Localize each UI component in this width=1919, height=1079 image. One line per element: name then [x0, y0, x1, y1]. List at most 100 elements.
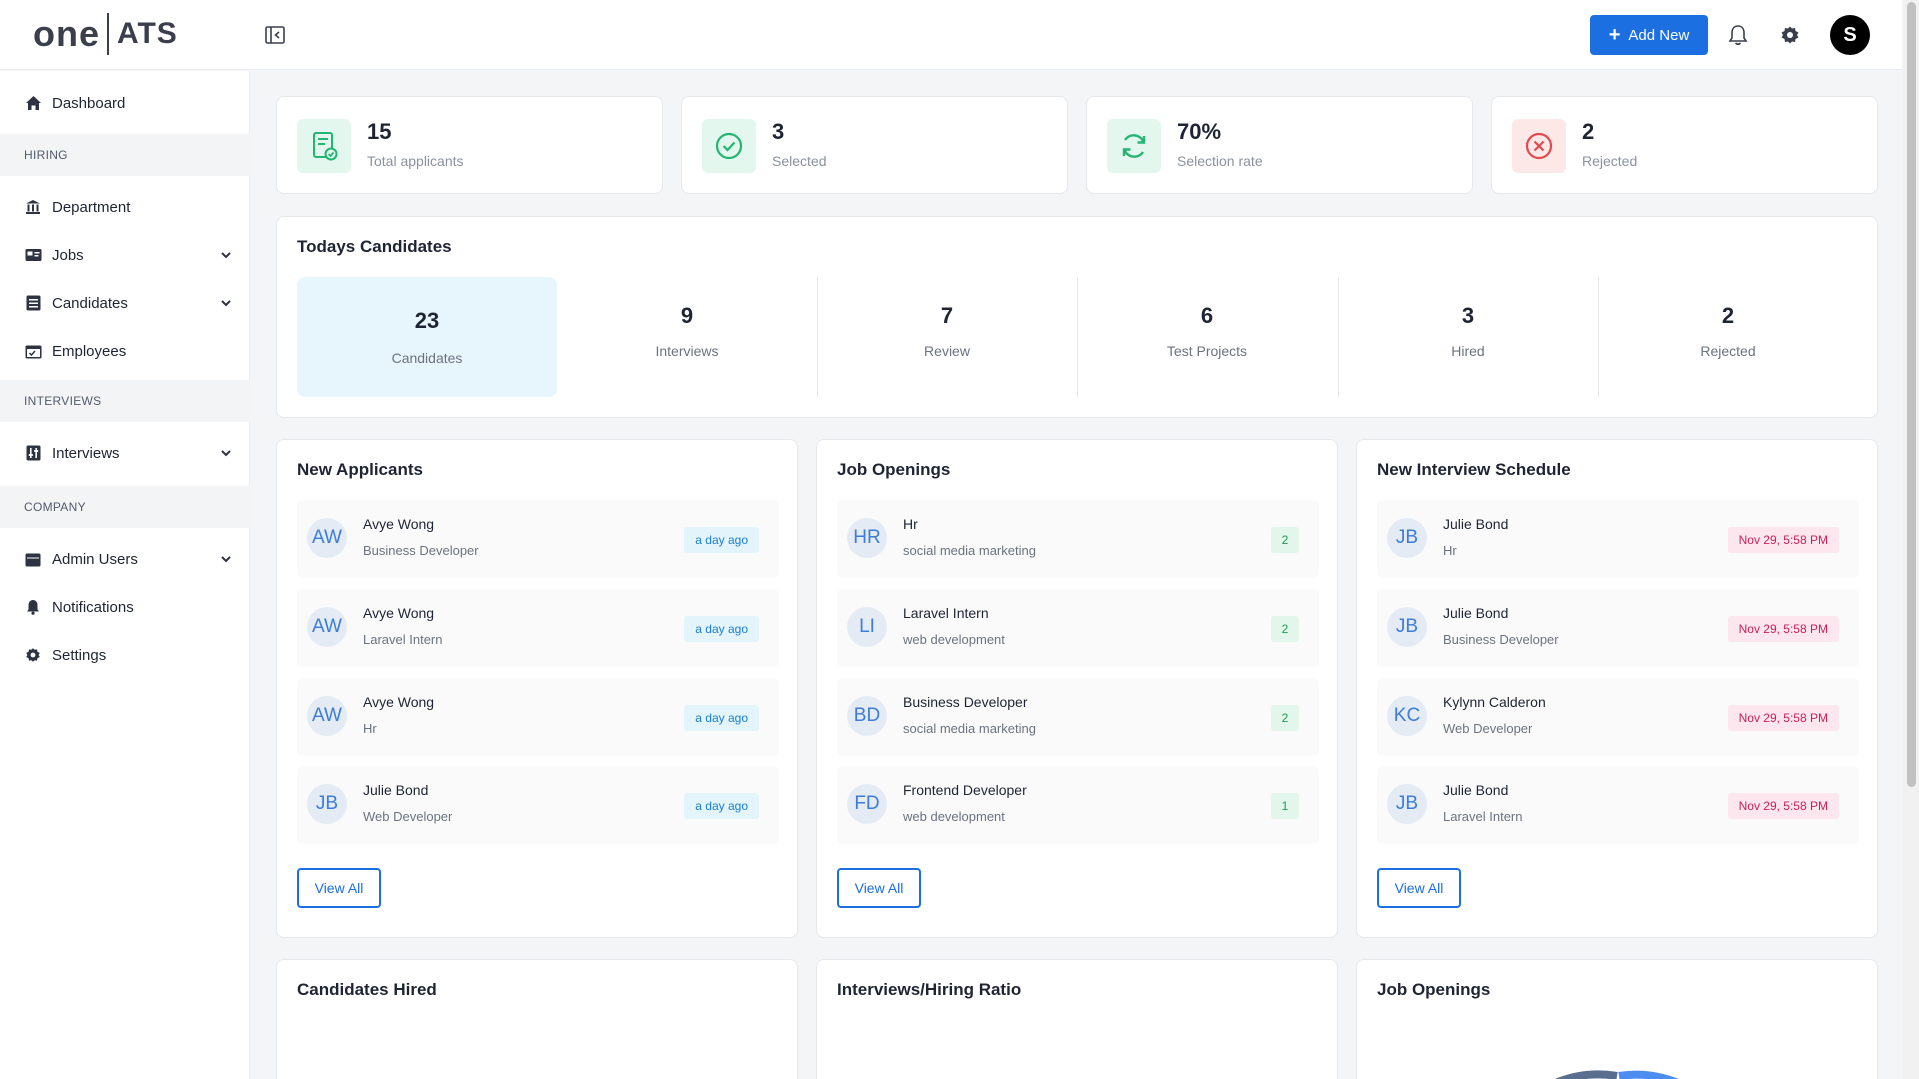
stat-value: 3 — [772, 119, 785, 144]
candidate-role: Web Developer — [1443, 721, 1533, 736]
job-name: Frontend Developer — [903, 782, 1027, 798]
today-value: 9 — [680, 303, 694, 328]
today-label: Candidates — [391, 350, 463, 366]
collapse-sidebar-icon[interactable] — [264, 24, 286, 46]
stat-card-selected: 3 Selected — [681, 96, 1068, 194]
time-badge: a day ago — [684, 527, 759, 553]
brand-part-one: one — [33, 13, 101, 54]
stat-value: 2 — [1582, 119, 1595, 144]
interview-schedule-card: New Interview Schedule JB Julie Bond Hr … — [1356, 439, 1878, 938]
list-item[interactable]: JB Julie Bond Business Developer Nov 29,… — [1377, 589, 1859, 667]
today-cell-interviews[interactable]: 9 Interviews — [557, 277, 817, 397]
interview-schedule-title: New Interview Schedule — [1377, 460, 1571, 479]
count-badge: 1 — [1271, 793, 1299, 819]
stat-card-rejected: 2 Rejected — [1491, 96, 1878, 194]
candidate-name: Julie Bond — [1443, 605, 1509, 621]
sidebar-item-employees[interactable]: Employees — [0, 329, 250, 373]
initials-avatar: KC — [1387, 696, 1427, 736]
add-new-button[interactable]: + Add New — [1590, 15, 1708, 55]
sidebar-item-dashboard[interactable]: Dashboard — [0, 81, 250, 125]
today-value: 3 — [1461, 303, 1475, 328]
chevron-down-icon — [220, 296, 232, 308]
stat-value: 70% — [1177, 119, 1222, 144]
brand-logo[interactable]: one ATS — [33, 12, 178, 56]
today-cell-hired[interactable]: 3 Hired — [1338, 277, 1598, 397]
sidebar-item-candidates[interactable]: Candidates — [0, 281, 250, 325]
sidebar-item-jobs[interactable]: Jobs — [0, 233, 250, 277]
bell-icon — [24, 598, 42, 616]
user-avatar[interactable]: S — [1830, 15, 1870, 55]
view-all-jobs-button[interactable]: View All — [837, 868, 921, 908]
view-all-applicants-button[interactable]: View All — [297, 868, 381, 908]
job-department: social media marketing — [903, 721, 1036, 736]
today-label: Interviews — [655, 343, 719, 359]
stat-label: Selection rate — [1177, 153, 1263, 169]
sidebar-label-admin-users: Admin Users — [52, 550, 138, 568]
initials-avatar: BD — [847, 696, 887, 736]
list-item[interactable]: FD Frontend Developer web development 1 — [837, 766, 1319, 844]
time-badge: a day ago — [684, 705, 759, 731]
candidates-hired-card: Candidates Hired — [276, 959, 798, 1079]
sidebar-item-notifications[interactable]: Notifications — [0, 585, 250, 629]
sidebar-label-settings: Settings — [52, 646, 107, 664]
list-item[interactable]: JB Julie Bond Laravel Intern Nov 29, 5:5… — [1377, 766, 1859, 844]
sidebar-label-interviews: Interviews — [52, 444, 120, 462]
job-name: Hr — [903, 516, 918, 532]
gear-icon[interactable] — [1777, 22, 1803, 48]
chevron-down-icon — [220, 552, 232, 564]
sidebar-item-settings[interactable]: Settings — [0, 633, 250, 677]
view-all-interviews-button[interactable]: View All — [1377, 868, 1461, 908]
stat-card-selection-rate: 70% Selection rate — [1086, 96, 1473, 194]
today-label: Test Projects — [1166, 343, 1248, 359]
sidebar-item-admin-users[interactable]: Admin Users — [0, 537, 250, 581]
list-item[interactable]: AW Avye Wong Hr a day ago — [297, 678, 779, 756]
plus-icon: + — [1608, 24, 1621, 46]
count-badge: 2 — [1271, 527, 1299, 553]
x-circle-icon — [1512, 119, 1566, 173]
list-item[interactable]: JB Julie Bond Hr Nov 29, 5:58 PM — [1377, 500, 1859, 578]
today-cell-candidates[interactable]: 23 Candidates — [297, 277, 557, 397]
list-item[interactable]: JB Julie Bond Web Developer a day ago — [297, 766, 779, 844]
list-item[interactable]: AW Avye Wong Laravel Intern a day ago — [297, 589, 779, 667]
stat-label: Selected — [772, 153, 827, 169]
initials-avatar: HR — [847, 518, 887, 558]
applicant-role: Web Developer — [363, 809, 453, 824]
section-hiring: HIRING — [0, 134, 250, 176]
job-department: web development — [903, 632, 1005, 647]
sidebar-label-jobs: Jobs — [52, 246, 84, 264]
list-item[interactable]: BD Business Developer social media marke… — [837, 678, 1319, 756]
today-value: 6 — [1200, 303, 1214, 328]
sidebar-label-employees: Employees — [52, 342, 127, 360]
time-badge: a day ago — [684, 616, 759, 642]
stat-label: Rejected — [1582, 153, 1638, 169]
list-item[interactable]: AW Avye Wong Business Developer a day ag… — [297, 500, 779, 578]
candidate-name: Julie Bond — [1443, 782, 1509, 798]
page-scrollbar[interactable] — [1903, 0, 1919, 1079]
add-new-label: Add New — [1628, 26, 1690, 44]
sidebar-item-department[interactable]: Department — [0, 185, 250, 229]
today-value: 23 — [414, 308, 440, 333]
sidebar-label-department: Department — [52, 198, 131, 216]
sidebar-label-candidates: Candidates — [52, 294, 128, 312]
bank-icon — [24, 198, 42, 216]
job-name: Business Developer — [903, 694, 1028, 710]
sidebar-item-interviews[interactable]: Interviews — [0, 431, 250, 475]
today-cell-rejected[interactable]: 2 Rejected — [1598, 277, 1858, 397]
id-card-icon — [24, 246, 42, 264]
applicant-name: Avye Wong — [363, 605, 435, 621]
list-item[interactable]: KC Kylynn Calderon Web Developer Nov 29,… — [1377, 678, 1859, 756]
initials-avatar: JB — [307, 784, 347, 824]
bell-icon[interactable] — [1725, 22, 1751, 48]
list-item[interactable]: HR Hr social media marketing 2 — [837, 500, 1319, 578]
stat-label: Total applicants — [367, 153, 464, 169]
initials-avatar: FD — [847, 784, 887, 824]
todays-candidates-title: Todays Candidates — [297, 237, 452, 256]
today-cell-test-projects[interactable]: 6 Test Projects — [1077, 277, 1337, 397]
list-item[interactable]: LI Laravel Intern web development 2 — [837, 589, 1319, 667]
job-name: Laravel Intern — [903, 605, 989, 621]
interviews-hiring-ratio-title: Interviews/Hiring Ratio — [837, 980, 1022, 999]
today-value: 7 — [940, 303, 954, 328]
today-cell-review[interactable]: 7 Review — [817, 277, 1077, 397]
scrollbar-thumb[interactable] — [1907, 2, 1916, 787]
initials-avatar: JB — [1387, 784, 1427, 824]
